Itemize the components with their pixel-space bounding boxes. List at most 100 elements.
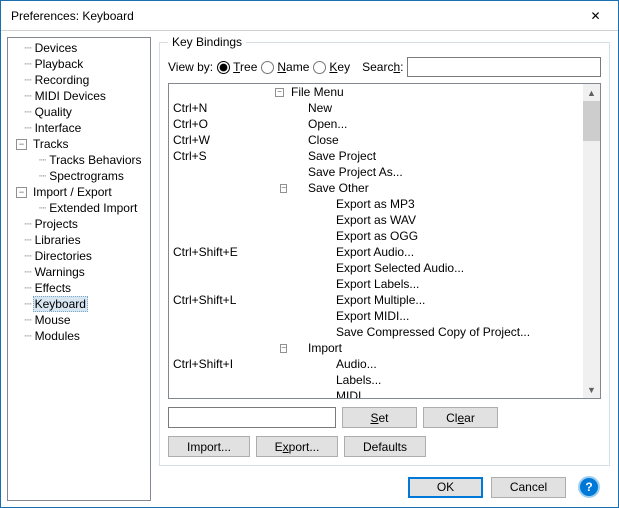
tree-label: Interface xyxy=(33,121,84,135)
tree-item[interactable]: ┈MIDI Devices xyxy=(8,88,150,104)
tree-item[interactable]: ┈Keyboard xyxy=(8,296,150,312)
viewby-name-radio[interactable] xyxy=(261,61,274,74)
binding-name: MIDI xyxy=(304,389,583,398)
import-button[interactable]: Import... xyxy=(168,436,250,457)
binding-row[interactable]: Ctrl+SSave Project xyxy=(169,148,583,164)
tree-label: Directories xyxy=(33,249,94,263)
binding-row[interactable]: MIDI xyxy=(169,388,583,398)
scroll-down-icon[interactable]: ▼ xyxy=(583,381,600,398)
cancel-button[interactable]: Cancel xyxy=(491,477,566,498)
tree-line-icon: ┈ xyxy=(14,153,45,167)
tree-item[interactable]: ┈Extended Import xyxy=(8,200,150,216)
binding-name: Export Selected Audio... xyxy=(304,261,583,275)
binding-row[interactable]: −Import xyxy=(169,340,583,356)
bindings-list[interactable]: −File MenuCtrl+NNewCtrl+OOpen...Ctrl+WCl… xyxy=(168,83,601,399)
tree-toggle-icon[interactable]: − xyxy=(16,139,27,150)
defaults-button[interactable]: Defaults xyxy=(344,436,426,457)
tree-item[interactable]: ┈Devices xyxy=(8,40,150,56)
binding-key: Ctrl+Shift+L xyxy=(169,293,273,307)
binding-row[interactable]: Ctrl+OOpen... xyxy=(169,116,583,132)
binding-key: Ctrl+N xyxy=(169,101,273,115)
set-button[interactable]: Set xyxy=(342,407,417,428)
binding-name: Export Labels... xyxy=(304,277,583,291)
tree-item[interactable]: ┈Projects xyxy=(8,216,150,232)
binding-row[interactable]: Ctrl+Shift+EExport Audio... xyxy=(169,244,583,260)
tree-item[interactable]: ┈Quality xyxy=(8,104,150,120)
tree-line-icon: ┈ xyxy=(14,249,31,263)
binding-row[interactable]: Save Compressed Copy of Project... xyxy=(169,324,583,340)
tree-item[interactable]: ┈Modules xyxy=(8,328,150,344)
binding-key: Ctrl+Shift+E xyxy=(169,245,273,259)
search-input[interactable] xyxy=(407,57,601,77)
scroll-thumb[interactable] xyxy=(583,101,600,141)
viewby-tree[interactable]: Tree xyxy=(217,60,257,74)
expand-icon[interactable]: − xyxy=(280,344,287,353)
category-tree[interactable]: ┈Devices ┈Playback ┈Recording ┈MIDI Devi… xyxy=(7,37,151,501)
binding-row[interactable]: Export Labels... xyxy=(169,276,583,292)
close-button[interactable]: ✕ xyxy=(573,1,618,31)
binding-row[interactable]: Ctrl+WClose xyxy=(169,132,583,148)
tree-line-icon: ┈ xyxy=(14,89,31,103)
tree-label: Recording xyxy=(33,73,92,87)
tree-label: Spectrograms xyxy=(47,169,126,183)
binding-name: Export as WAV xyxy=(304,213,583,227)
tree-item[interactable]: ┈Warnings xyxy=(8,264,150,280)
tree-item[interactable]: ┈Playback xyxy=(8,56,150,72)
binding-row[interactable]: Ctrl+NNew xyxy=(169,100,583,116)
scrollbar[interactable]: ▲ ▼ xyxy=(583,84,600,398)
window-title: Preferences: Keyboard xyxy=(1,9,573,23)
binding-row[interactable]: Export MIDI... xyxy=(169,308,583,324)
binding-name: Save Other xyxy=(290,181,583,195)
binding-row[interactable]: Export Selected Audio... xyxy=(169,260,583,276)
binding-row[interactable]: Export as OGG xyxy=(169,228,583,244)
binding-row[interactable]: −File Menu xyxy=(169,84,583,100)
titlebar: Preferences: Keyboard ✕ xyxy=(1,1,618,31)
viewby-tree-radio[interactable] xyxy=(217,61,230,74)
clear-button[interactable]: Clear xyxy=(423,407,498,428)
tree-item[interactable]: ┈Directories xyxy=(8,248,150,264)
binding-key: Ctrl+Shift+I xyxy=(169,357,273,371)
tree-item[interactable]: ┈Spectrograms xyxy=(8,168,150,184)
viewby-key[interactable]: Key xyxy=(313,60,350,74)
tree-label: Warnings xyxy=(33,265,87,279)
expand-cell: − xyxy=(273,184,290,193)
ok-button[interactable]: OK xyxy=(408,477,483,498)
tree-line-icon: ┈ xyxy=(14,297,31,311)
tree-line-icon: ┈ xyxy=(14,233,31,247)
viewby-name[interactable]: Name xyxy=(261,60,309,74)
export-button[interactable]: Export... xyxy=(256,436,338,457)
scroll-up-icon[interactable]: ▲ xyxy=(583,84,600,101)
binding-name: Import xyxy=(290,341,583,355)
tree-toggle-icon[interactable]: − xyxy=(16,187,27,198)
tree-item[interactable]: −Tracks xyxy=(8,136,150,152)
tree-item[interactable]: ┈Tracks Behaviors xyxy=(8,152,150,168)
expand-icon[interactable]: − xyxy=(280,184,287,193)
binding-name: Save Project xyxy=(290,149,583,163)
tree-item[interactable]: ┈Recording xyxy=(8,72,150,88)
binding-row[interactable]: Export as WAV xyxy=(169,212,583,228)
binding-row[interactable]: −Save Other xyxy=(169,180,583,196)
tree-item[interactable]: ┈Mouse xyxy=(8,312,150,328)
binding-row[interactable]: Ctrl+Shift+LExport Multiple... xyxy=(169,292,583,308)
tree-label: Keyboard xyxy=(33,296,88,312)
binding-row[interactable]: Labels... xyxy=(169,372,583,388)
tree-item[interactable]: ┈Interface xyxy=(8,120,150,136)
binding-row[interactable]: Ctrl+Shift+IAudio... xyxy=(169,356,583,372)
key-bindings-group: Key Bindings View by: Tree Name Key Sear… xyxy=(159,35,610,466)
tree-line-icon: ┈ xyxy=(14,281,31,295)
tree-item[interactable]: −Import / Export xyxy=(8,184,150,200)
tree-item[interactable]: ┈Effects xyxy=(8,280,150,296)
tree-item[interactable]: ┈Libraries xyxy=(8,232,150,248)
tree-label: Effects xyxy=(33,281,73,295)
tree-line-icon: ┈ xyxy=(14,265,31,279)
tree-label: Extended Import xyxy=(47,201,139,215)
help-button[interactable]: ? xyxy=(578,476,600,498)
viewby-key-radio[interactable] xyxy=(313,61,326,74)
expand-cell: − xyxy=(273,344,290,353)
binding-row[interactable]: Save Project As... xyxy=(169,164,583,180)
expand-icon[interactable]: − xyxy=(275,88,284,97)
binding-row[interactable]: Export as MP3 xyxy=(169,196,583,212)
binding-name: Save Project As... xyxy=(290,165,583,179)
shortcut-input[interactable] xyxy=(168,407,336,428)
close-icon: ✕ xyxy=(590,9,600,23)
